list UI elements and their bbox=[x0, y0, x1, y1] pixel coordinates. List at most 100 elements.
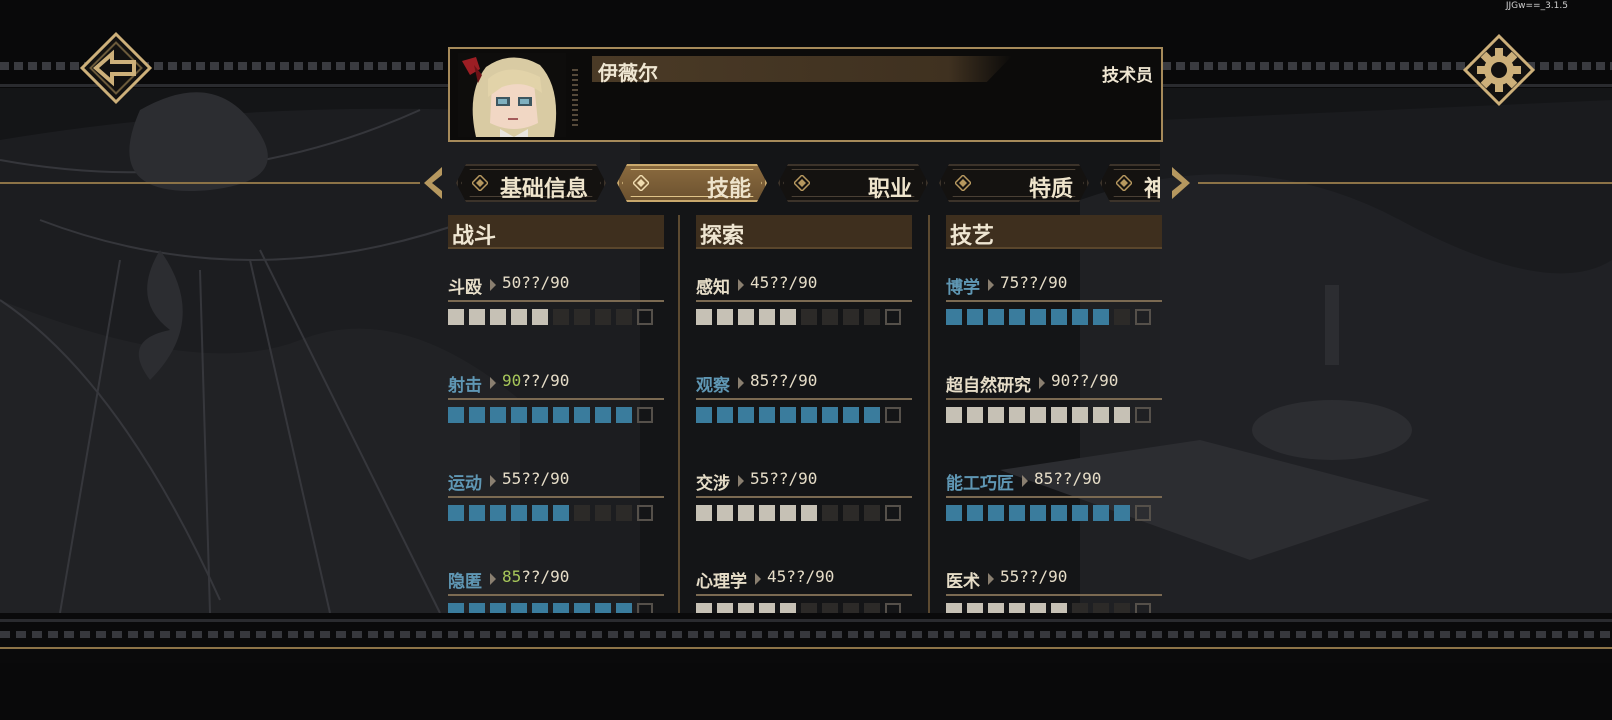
tab-skills[interactable]: 技能 bbox=[617, 164, 767, 202]
pip-unfilled bbox=[822, 309, 838, 325]
column-header: 探索 bbox=[696, 215, 912, 249]
pip-slot-empty bbox=[1135, 309, 1151, 325]
version-label: JJGw==_3.1.5 bbox=[1505, 1, 1568, 11]
pip-filled bbox=[1030, 407, 1046, 423]
skill-level-pips bbox=[946, 407, 1162, 425]
skill-level-pips bbox=[946, 505, 1162, 523]
skill-max-value: ??/90 bbox=[769, 273, 818, 292]
skill-name: 博学 bbox=[946, 278, 980, 298]
pip-filled bbox=[490, 309, 506, 325]
skill-max-value: ??/90 bbox=[786, 567, 835, 586]
pip-filled bbox=[780, 505, 796, 521]
character-portrait bbox=[458, 53, 566, 137]
skill-underline bbox=[946, 594, 1162, 596]
pip-slot-empty bbox=[1135, 407, 1151, 423]
pip-filled bbox=[738, 407, 754, 423]
pip-filled bbox=[946, 407, 962, 423]
pip-filled bbox=[780, 309, 796, 325]
back-arrow-icon bbox=[79, 31, 153, 105]
diamond-icon bbox=[955, 175, 971, 191]
tab-basic-info[interactable]: 基础信息 bbox=[456, 164, 606, 202]
skill-row[interactable]: 观察 85??/90 bbox=[696, 371, 912, 433]
pip-unfilled bbox=[616, 505, 632, 521]
skill-row[interactable]: 能工巧匠 85??/90 bbox=[946, 469, 1162, 531]
pip-unfilled bbox=[801, 309, 817, 325]
skill-column-combat: 战斗 斗殴 50??/90 射击 90??/90 运动 55??/90 隐匿 85??/90 bbox=[448, 215, 664, 619]
pip-filled bbox=[717, 407, 733, 423]
pip-unfilled bbox=[616, 309, 632, 325]
pip-filled bbox=[490, 407, 506, 423]
tab-profession[interactable]: 职业 bbox=[778, 164, 928, 202]
skill-current-value: 55 bbox=[750, 469, 770, 488]
skill-max-value: ??/90 bbox=[1053, 469, 1102, 488]
pip-filled bbox=[553, 407, 569, 423]
back-button[interactable] bbox=[74, 26, 158, 110]
pip-filled bbox=[946, 309, 962, 325]
skill-name: 射击 bbox=[448, 376, 482, 396]
pip-slot-empty bbox=[637, 407, 653, 423]
tab-next-partial[interactable]: 神 bbox=[1100, 164, 1160, 202]
tab-traits[interactable]: 特质 bbox=[939, 164, 1089, 202]
skill-level-pips bbox=[696, 407, 912, 425]
skill-max-value: ??/90 bbox=[769, 469, 818, 488]
skill-row[interactable]: 超自然研究 90??/90 bbox=[946, 371, 1162, 433]
skill-row[interactable]: 感知 45??/90 bbox=[696, 273, 912, 335]
tab-label: 神 bbox=[1144, 176, 1160, 202]
column-divider bbox=[678, 215, 680, 613]
skill-value: 90??/90 bbox=[1051, 371, 1118, 390]
skill-level-pips bbox=[448, 505, 664, 523]
pip-filled bbox=[532, 505, 548, 521]
skill-level-pips bbox=[696, 309, 912, 327]
skill-arrow-icon bbox=[490, 279, 496, 291]
pip-filled bbox=[801, 407, 817, 423]
card-decoration bbox=[572, 69, 578, 129]
tab-prev-button[interactable] bbox=[420, 165, 444, 201]
tab-divider-left bbox=[0, 182, 420, 184]
pip-unfilled bbox=[864, 505, 880, 521]
pip-filled bbox=[967, 309, 983, 325]
pip-filled bbox=[1051, 505, 1067, 521]
pip-filled bbox=[717, 309, 733, 325]
pip-filled bbox=[1072, 407, 1088, 423]
skill-current-value: 85 bbox=[1034, 469, 1054, 488]
skill-underline bbox=[448, 594, 664, 596]
skill-current-value: 75 bbox=[1000, 273, 1020, 292]
pip-filled bbox=[967, 505, 983, 521]
tab-next-button[interactable] bbox=[1170, 165, 1194, 201]
skill-underline bbox=[696, 300, 912, 302]
skill-current-value: 55 bbox=[502, 469, 522, 488]
gear-icon bbox=[1462, 33, 1536, 107]
pip-filled bbox=[511, 505, 527, 521]
skill-column-craft: 技艺 博学 75??/90 超自然研究 90??/90 能工巧匠 85??/90 医术 55??… bbox=[946, 215, 1162, 619]
pip-filled bbox=[1114, 407, 1130, 423]
skill-arrow-icon bbox=[490, 573, 496, 585]
pip-filled bbox=[1009, 309, 1025, 325]
pip-filled bbox=[759, 407, 775, 423]
skill-row[interactable]: 运动 55??/90 bbox=[448, 469, 664, 531]
skill-underline bbox=[696, 496, 912, 498]
skill-current-value: 85 bbox=[502, 567, 522, 586]
skill-underline bbox=[696, 398, 912, 400]
skill-value: 45??/90 bbox=[750, 273, 817, 292]
pip-filled bbox=[1051, 309, 1067, 325]
skill-row[interactable]: 交涉 55??/90 bbox=[696, 469, 912, 531]
skill-name: 能工巧匠 bbox=[946, 474, 1014, 494]
pip-filled bbox=[1093, 407, 1109, 423]
pip-unfilled bbox=[822, 505, 838, 521]
column-title: 战斗 bbox=[452, 223, 497, 249]
tab-label: 职业 bbox=[867, 176, 912, 202]
pip-filled bbox=[1030, 309, 1046, 325]
pip-filled bbox=[1093, 505, 1109, 521]
skill-underline bbox=[946, 496, 1162, 498]
pip-filled bbox=[490, 505, 506, 521]
skill-underline bbox=[448, 300, 664, 302]
pip-filled bbox=[532, 309, 548, 325]
settings-button[interactable] bbox=[1457, 28, 1541, 112]
skill-arrow-icon bbox=[490, 377, 496, 389]
skill-row[interactable]: 斗殴 50??/90 bbox=[448, 273, 664, 335]
skill-row[interactable]: 博学 75??/90 bbox=[946, 273, 1162, 335]
pip-filled bbox=[843, 407, 859, 423]
pip-filled bbox=[1051, 407, 1067, 423]
pip-filled bbox=[1009, 407, 1025, 423]
skill-row[interactable]: 射击 90??/90 bbox=[448, 371, 664, 433]
